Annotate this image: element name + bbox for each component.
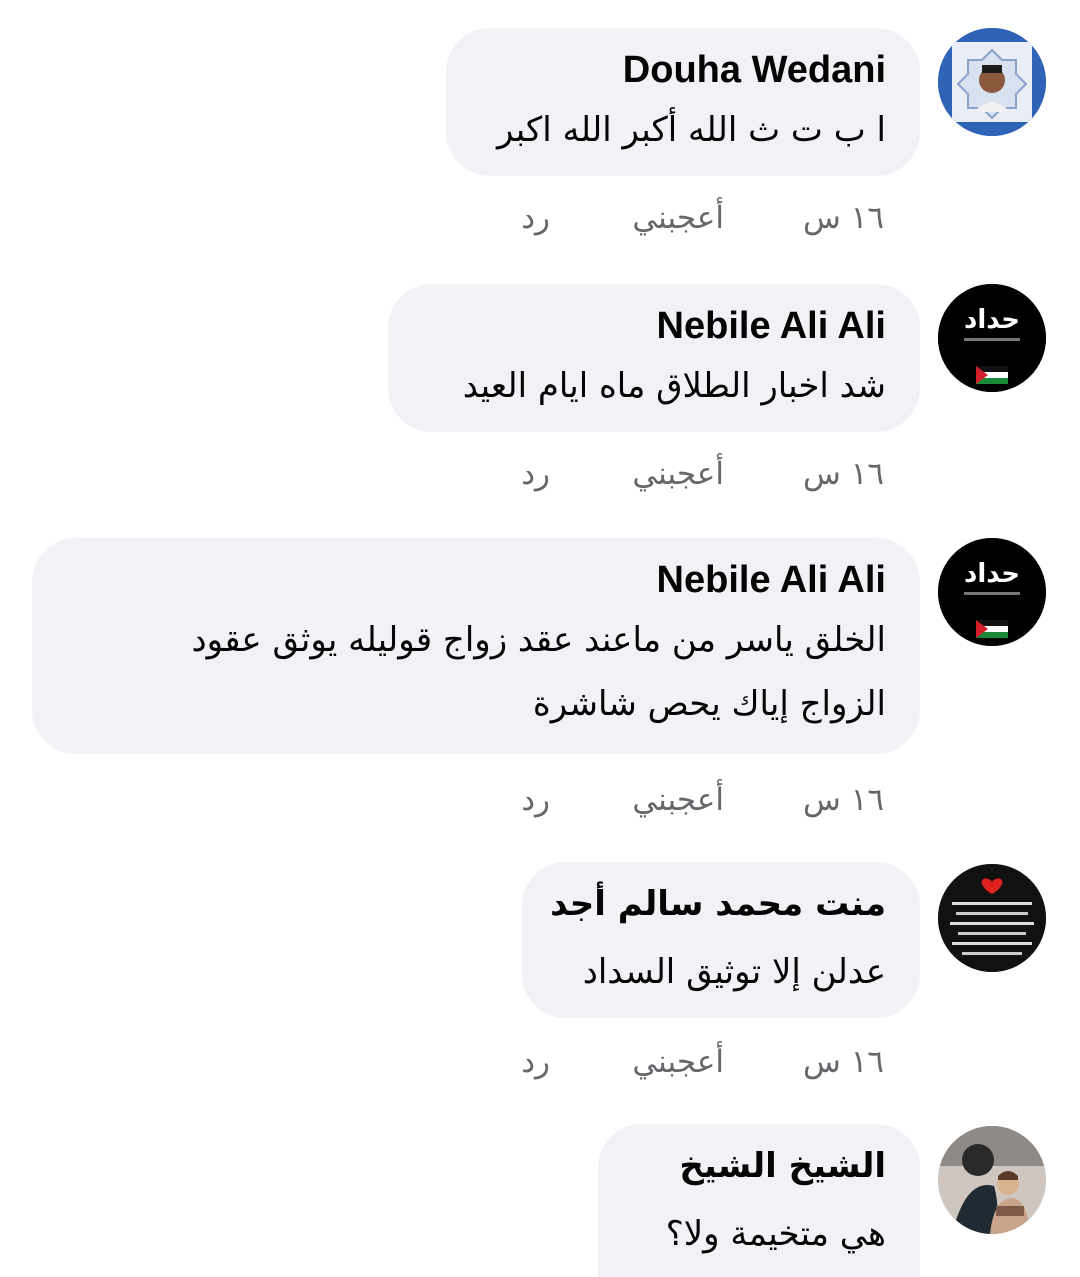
comment-author[interactable]: Nebile Ali Ali [66,556,886,604]
comment-actions: ١٦ س أعجبني رد [470,1044,884,1080]
reply-button[interactable]: رد [470,456,550,492]
palestine-flag-icon [976,366,1008,384]
comment-text: عدلن إلا توثيق السداد [582,952,886,992]
mourning-avatar-icon: حداد [938,538,1046,646]
comment-time[interactable]: ١٦ س [724,782,884,818]
dua-avatar-icon [938,864,1046,972]
comment-bubble[interactable]: Douha Wedani ا ب ت ث الله أكبر الله اكبر [446,28,920,176]
comment-text: هي متخيمة ولا؟ [665,1214,886,1254]
comment-time[interactable]: ١٦ س [724,456,884,492]
avatar[interactable] [938,1126,1046,1234]
avatar[interactable] [938,28,1046,136]
avatar[interactable] [938,864,1046,972]
comment-bubble[interactable]: Nebile Ali Ali الخلق ياسر من ماعند عقد ز… [32,538,920,754]
like-button[interactable]: أعجبني [550,200,724,236]
comment-author[interactable]: الشيخ الشيخ [632,1142,886,1190]
comment-author[interactable]: Nebile Ali Ali [422,302,886,350]
palestine-flag-icon [976,620,1008,638]
comment-actions: ١٦ س أعجبني رد [470,782,884,818]
comment-text-line: الزواج إياك يحص شاشرة [532,684,886,724]
photo-avatar-icon [938,1126,1046,1234]
avatar[interactable]: حداد [938,284,1046,392]
comment-text: ا ب ت ث الله أكبر الله اكبر [496,110,886,150]
mourning-avatar-icon: حداد [938,284,1046,392]
comment-bubble[interactable]: منت محمد سالم أجد عدلن إلا توثيق السداد [522,862,920,1018]
like-button[interactable]: أعجبني [550,456,724,492]
reply-button[interactable]: رد [470,782,550,818]
comment-bubble[interactable]: Nebile Ali Ali شد اخبار الطلاق ماه ايام … [388,284,920,432]
avatar-label: حداد [964,559,1020,589]
comment-time[interactable]: ١٦ س [724,200,884,236]
comment-author[interactable]: Douha Wedani [480,46,886,94]
comment-bubble[interactable]: الشيخ الشيخ هي متخيمة ولا؟ [598,1124,920,1277]
avatar-photo-icon [938,28,1046,136]
avatar-label: حداد [964,305,1020,335]
like-button[interactable]: أعجبني [550,1044,724,1080]
comment-actions: ١٦ س أعجبني رد [470,200,884,236]
reply-button[interactable]: رد [470,200,550,236]
reply-button[interactable]: رد [470,1044,550,1080]
like-button[interactable]: أعجبني [550,782,724,818]
comment-actions: ١٦ س أعجبني رد [470,456,884,492]
comment-author[interactable]: منت محمد سالم أجد [550,880,886,928]
avatar[interactable]: حداد [938,538,1046,646]
comment-text-line: الخلق ياسر من ماعند عقد زواج قوليله يوثق… [191,620,886,660]
comment-text: شد اخبار الطلاق ماه ايام العيد [462,366,886,406]
comment-time[interactable]: ١٦ س [724,1044,884,1080]
